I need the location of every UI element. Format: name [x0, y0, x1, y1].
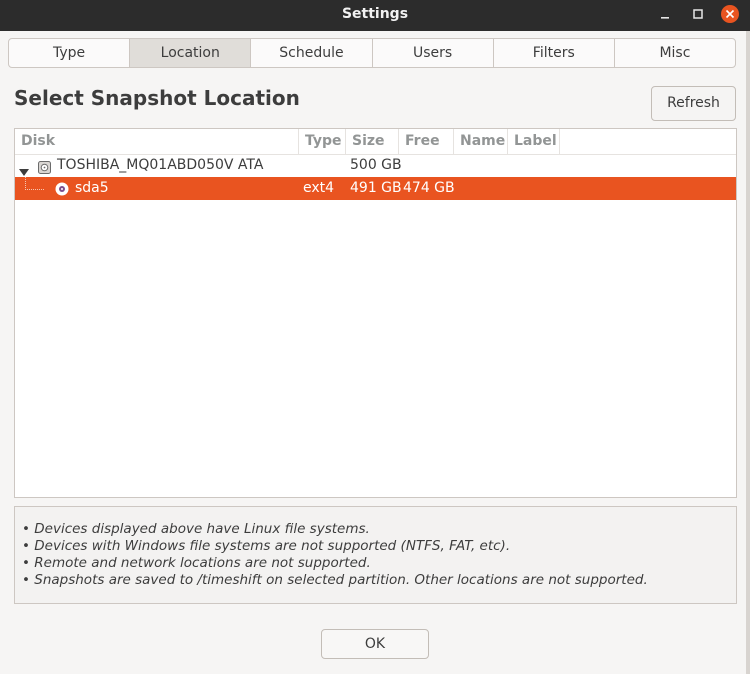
note-line: • Snapshots are saved to /timeshift on s… [22, 572, 648, 588]
tab-type[interactable]: Type [9, 39, 131, 67]
tab-location[interactable]: Location [130, 39, 252, 67]
column-header-size[interactable]: Size [346, 129, 399, 154]
tab-misc[interactable]: Misc [615, 39, 735, 67]
tree-connector [25, 177, 44, 190]
column-header-type[interactable]: Type [299, 129, 346, 154]
column-header-name[interactable]: Name [454, 129, 508, 154]
column-header-free[interactable]: Free [399, 129, 454, 154]
background-window-edge [746, 31, 750, 674]
disk-tree-view[interactable]: Disk Type Size Free Name Label TOSHIBA_M… [14, 128, 737, 498]
window-title: Settings [341, 6, 409, 22]
disk-name: TOSHIBA_MQ01ABD050V ATA [57, 157, 264, 173]
partition-type: ext4 [303, 180, 335, 196]
ok-button[interactable]: OK [321, 629, 429, 659]
note-line: • Devices displayed above have Linux fil… [22, 521, 370, 537]
page-title: Select Snapshot Location [14, 86, 300, 110]
info-notes: • Devices displayed above have Linux fil… [14, 506, 737, 604]
partition-free: 474 GB [403, 180, 455, 196]
title-bar: Settings [0, 0, 750, 31]
tab-users[interactable]: Users [373, 39, 494, 67]
partition-name: sda5 [75, 180, 109, 196]
tab-filters[interactable]: Filters [494, 39, 615, 67]
partition-icon [55, 181, 69, 204]
refresh-button[interactable]: Refresh [651, 86, 736, 121]
column-header-label[interactable]: Label [508, 129, 560, 154]
disk-size: 500 GB [350, 157, 402, 173]
note-line: • Devices with Windows file systems are … [22, 538, 511, 554]
maximize-icon[interactable] [688, 4, 708, 24]
close-icon[interactable] [720, 4, 740, 24]
table-row[interactable]: TOSHIBA_MQ01ABD050V ATA 500 GB [15, 154, 736, 177]
minimize-icon[interactable] [655, 4, 675, 24]
table-row[interactable]: sda5 ext4 491 GB 474 GB [15, 177, 736, 200]
table-header: Disk Type Size Free Name Label [15, 129, 736, 155]
column-header-disk[interactable]: Disk [15, 129, 299, 154]
tab-bar: Type Location Schedule Users Filters Mis… [8, 38, 736, 68]
note-line: • Remote and network locations are not s… [22, 555, 371, 571]
partition-size: 491 GB [350, 180, 402, 196]
tab-schedule[interactable]: Schedule [251, 39, 373, 67]
